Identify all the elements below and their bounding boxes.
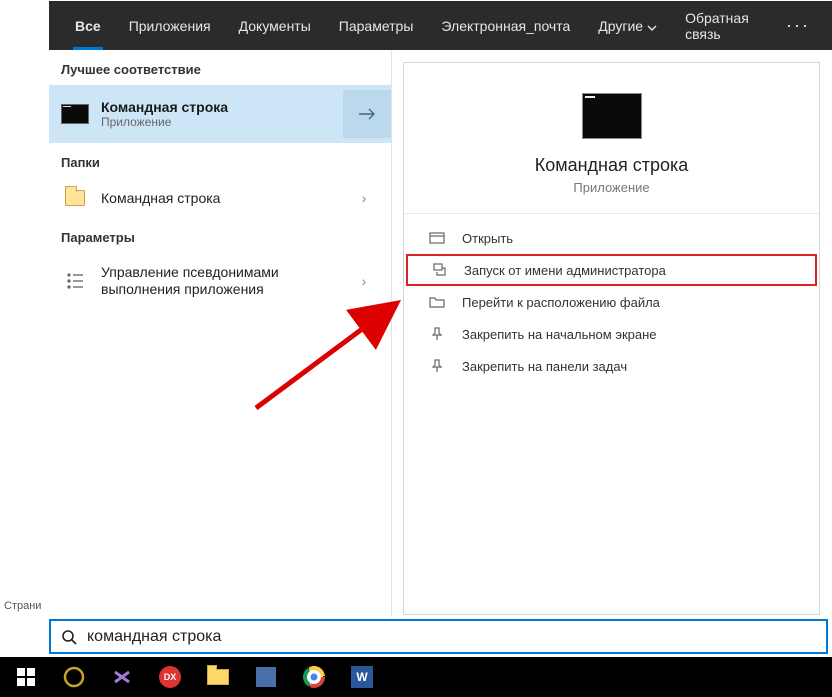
- result-setting-alias[interactable]: Управление псевдонимами выполнения прило…: [49, 253, 391, 309]
- action-run-as-admin[interactable]: Запуск от имени администратора: [406, 254, 817, 286]
- group-best-match: Лучшее соответствие: [49, 50, 391, 85]
- pin-icon: [426, 357, 448, 375]
- search-box[interactable]: [49, 619, 828, 654]
- chevron-down-icon: [647, 18, 657, 34]
- taskbar-app-visualstudio[interactable]: [98, 657, 146, 697]
- page-fragment-text: Страни: [0, 595, 45, 617]
- start-button[interactable]: [2, 657, 50, 697]
- action-pin-taskbar[interactable]: Закрепить на панели задач: [404, 350, 819, 382]
- more-button[interactable]: ···: [776, 15, 820, 36]
- shield-icon: [428, 261, 450, 279]
- detail-actions: Открыть Запуск от имени администратора П…: [404, 214, 819, 390]
- cmd-icon: [61, 100, 89, 128]
- chevron-right-icon: ›: [349, 190, 379, 206]
- result-detail-pane: Командная строка Приложение Открыть Запу…: [403, 62, 820, 615]
- app-thumbnail-icon: [582, 93, 642, 139]
- search-input[interactable]: [87, 621, 826, 652]
- action-label: Закрепить на начальном экране: [462, 327, 657, 342]
- group-settings: Параметры: [49, 218, 391, 253]
- result-name: Управление псевдонимами выполнения прило…: [101, 264, 349, 299]
- open-detail-arrow[interactable]: [343, 90, 391, 138]
- tab-email[interactable]: Электронная_почта: [427, 1, 584, 50]
- pin-icon: [426, 325, 448, 343]
- detail-title: Командная строка: [404, 155, 819, 176]
- folder-icon: [61, 184, 89, 212]
- action-label: Закрепить на панели задач: [462, 359, 627, 374]
- result-name: Командная строка: [101, 99, 343, 115]
- taskbar-app-1[interactable]: [50, 657, 98, 697]
- tab-all[interactable]: Все: [61, 1, 115, 50]
- group-folders: Папки: [49, 143, 391, 178]
- search-results: Лучшее соответствие Командная строка При…: [49, 50, 392, 617]
- taskbar-app-explorer[interactable]: [194, 657, 242, 697]
- open-icon: [426, 229, 448, 247]
- settings-list-icon: [61, 267, 89, 295]
- result-name: Командная строка: [101, 190, 349, 206]
- taskbar-app-editor[interactable]: [242, 657, 290, 697]
- taskbar-app-chrome[interactable]: [290, 657, 338, 697]
- feedback-link[interactable]: Обратная связь: [671, 10, 776, 42]
- action-open-location[interactable]: Перейти к расположению файла: [404, 286, 819, 318]
- tab-more[interactable]: Другие: [584, 1, 671, 50]
- action-label: Открыть: [462, 231, 513, 246]
- tab-documents[interactable]: Документы: [225, 1, 325, 50]
- taskbar-app-word[interactable]: W: [338, 657, 386, 697]
- result-folder-cmd[interactable]: Командная строка ›: [49, 178, 391, 218]
- search-filter-tabs: Все Приложения Документы Параметры Элект…: [49, 1, 832, 50]
- tab-apps[interactable]: Приложения: [115, 1, 225, 50]
- folder-location-icon: [426, 293, 448, 311]
- taskbar-app-dx[interactable]: DX: [146, 657, 194, 697]
- result-best-cmd[interactable]: Командная строка Приложение: [49, 85, 391, 143]
- detail-subtitle: Приложение: [404, 180, 819, 195]
- result-sub: Приложение: [101, 115, 343, 129]
- tab-more-label: Другие: [598, 18, 643, 34]
- search-icon: [51, 629, 87, 645]
- action-label: Перейти к расположению файла: [462, 295, 660, 310]
- action-pin-start[interactable]: Закрепить на начальном экране: [404, 318, 819, 350]
- taskbar: DX W: [0, 657, 832, 697]
- action-open[interactable]: Открыть: [404, 222, 819, 254]
- tab-settings[interactable]: Параметры: [325, 1, 428, 50]
- action-label: Запуск от имени администратора: [464, 263, 666, 278]
- chevron-right-icon: ›: [349, 273, 379, 289]
